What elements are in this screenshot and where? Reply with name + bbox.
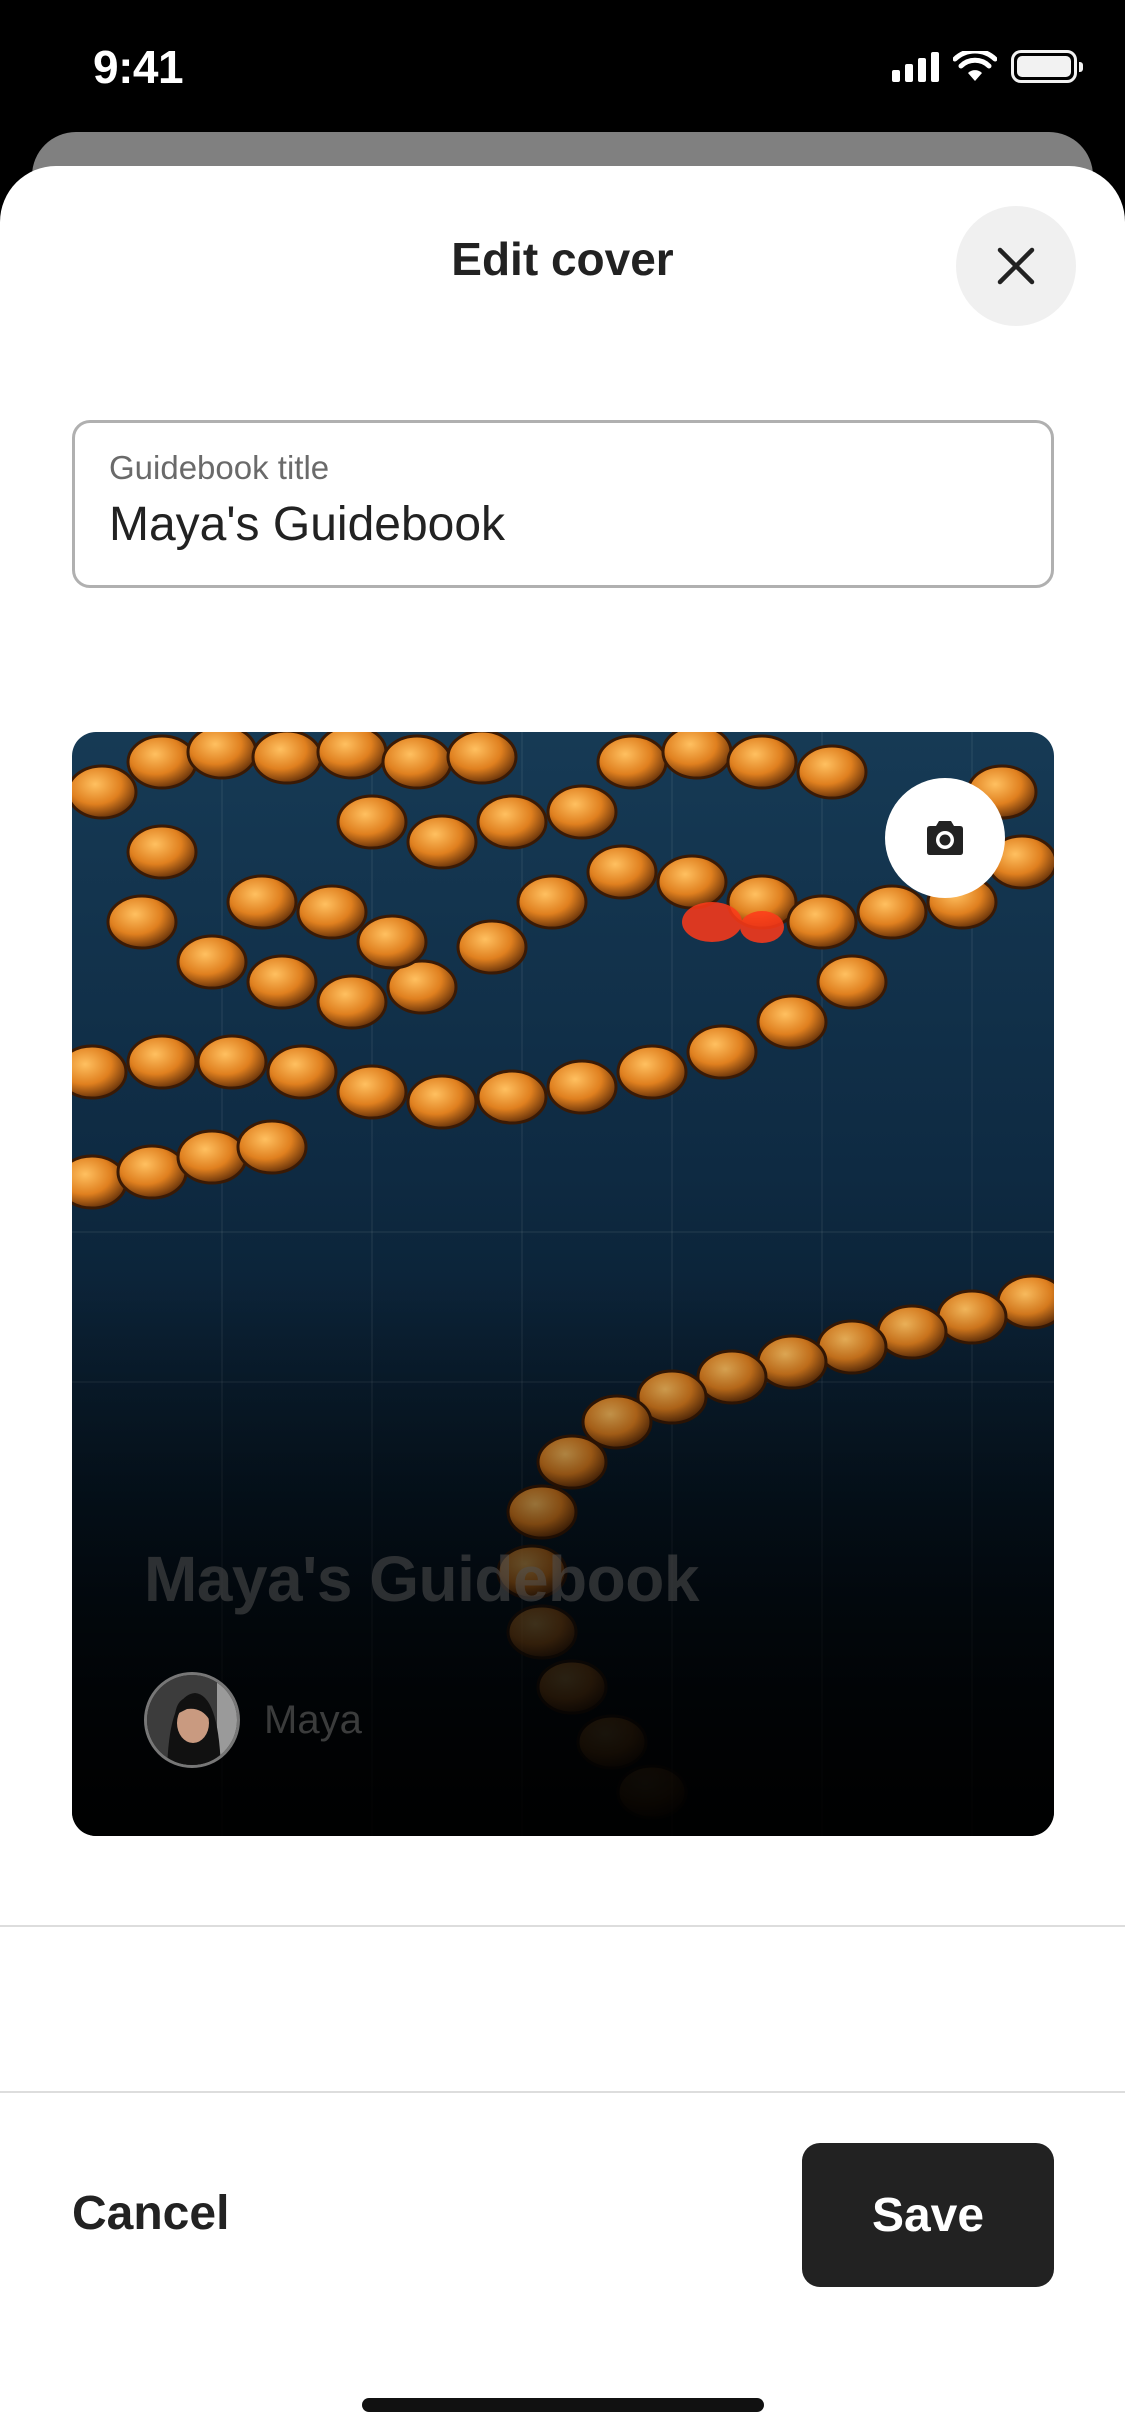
battery-icon <box>1011 50 1083 83</box>
avatar <box>144 1672 240 1768</box>
wifi-icon <box>953 50 997 81</box>
change-photo-button[interactable] <box>885 778 1005 898</box>
status-bar: 9:41 <box>0 0 1125 132</box>
footer-divider <box>0 1925 1125 1927</box>
status-time: 9:41 <box>93 41 184 93</box>
cellular-signal-icon <box>892 51 939 82</box>
cover-image: Maya's Guidebook Maya <box>72 732 1054 1836</box>
footer-divider-line <box>0 2091 1125 2093</box>
guidebook-title-input[interactable] <box>109 497 1017 552</box>
cover-author: Maya <box>264 1698 362 1742</box>
status-icons <box>892 50 1083 83</box>
guidebook-title-label: Guidebook title <box>109 449 330 486</box>
guidebook-title-field[interactable]: Guidebook title <box>72 420 1054 588</box>
save-button[interactable]: Save <box>802 2143 1054 2287</box>
edit-cover-sheet: Edit cover Guidebook title Maya's Guideb… <box>0 166 1125 2436</box>
home-indicator <box>362 2398 764 2412</box>
close-button[interactable] <box>956 206 1076 326</box>
cancel-button[interactable]: Cancel <box>72 2186 229 2241</box>
camera-icon <box>927 821 963 855</box>
close-icon <box>997 247 1035 285</box>
screen: 9:41 Edit cover Guidebook title Maya's G… <box>0 0 1125 2436</box>
cover-title: Maya's Guidebook <box>144 1543 699 1615</box>
